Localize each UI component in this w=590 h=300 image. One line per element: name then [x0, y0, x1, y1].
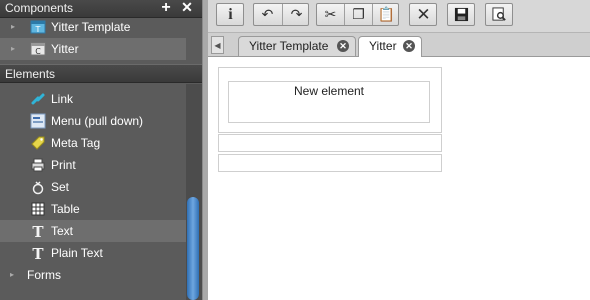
preview-button[interactable]: [485, 3, 513, 26]
save-icon: [454, 7, 469, 22]
tag-icon: [31, 136, 45, 150]
close-tab-icon[interactable]: ✕: [337, 40, 349, 52]
delete-button[interactable]: ✕: [409, 3, 437, 26]
svg-text:C: C: [35, 47, 41, 56]
add-component-icon[interactable]: +: [158, 0, 174, 16]
element-label: Menu (pull down): [51, 114, 144, 128]
component-item-yitter-template[interactable]: ▸ T Yitter Template: [0, 16, 186, 38]
element-label: Table: [51, 202, 80, 216]
table-icon: [31, 202, 45, 216]
tab-label: Yitter: [369, 39, 397, 53]
save-button[interactable]: [447, 3, 475, 26]
info-button[interactable]: i: [216, 3, 244, 26]
link-icon: [31, 93, 45, 105]
element-row[interactable]: [218, 134, 442, 152]
svg-text:T: T: [32, 245, 44, 261]
toolbar: i ↶ ↷ ✂ ❐ 📋 ✕: [208, 0, 590, 33]
element-label: Text: [51, 224, 74, 238]
tab-label: Yitter Template: [249, 39, 329, 53]
undo-redo-group: ↶ ↷: [253, 3, 309, 26]
tab-scroll-left-icon[interactable]: ◀: [211, 36, 224, 54]
element-label: Link: [51, 92, 74, 106]
expand-triangle-icon[interactable]: ▸: [10, 264, 14, 286]
info-icon: i: [228, 6, 233, 23]
element-item-plain-text[interactable]: T Plain Text: [0, 242, 186, 264]
expand-triangle-icon[interactable]: ▸: [11, 16, 15, 38]
delete-icon: ✕: [416, 5, 431, 24]
scrollbar-thumb[interactable]: [187, 197, 199, 300]
element-item-meta-tag[interactable]: Meta Tag: [0, 132, 186, 154]
element-label: Forms: [27, 268, 61, 282]
element-item-text[interactable]: T Text: [0, 220, 186, 242]
element-item-menu-pull-down[interactable]: Menu (pull down): [0, 110, 186, 132]
plain-text-icon: T: [32, 245, 44, 261]
menu-icon: [30, 113, 46, 129]
component-icon: C: [30, 42, 46, 56]
component-label: Yitter: [51, 42, 79, 56]
cut-icon[interactable]: ✂: [317, 4, 344, 25]
svg-text:T: T: [35, 25, 41, 34]
element-item-link[interactable]: Link: [0, 88, 186, 110]
clipboard-group: ✂ ❐ 📋: [316, 3, 399, 26]
elements-header[interactable]: Elements: [0, 64, 202, 83]
element-item-print[interactable]: Print: [0, 154, 186, 176]
component-label: Yitter Template: [51, 20, 131, 34]
element-label: New element: [293, 84, 365, 98]
element-item-set[interactable]: Set: [0, 176, 186, 198]
element-label: Plain Text: [51, 246, 103, 260]
element-container[interactable]: New element: [218, 67, 442, 133]
tab-yitter-template[interactable]: Yitter Template ✕: [238, 36, 356, 56]
components-header-label: Components: [5, 1, 74, 15]
element-item-forms[interactable]: ▸ Forms: [0, 264, 186, 286]
close-icon[interactable]: ✕: [179, 0, 195, 16]
template-icon: T: [30, 20, 46, 34]
close-tab-icon[interactable]: ✕: [403, 40, 415, 52]
tab-bar: ◀ Yitter Template ✕ Yitter ✕: [208, 33, 590, 57]
expand-triangle-icon[interactable]: ▸: [11, 38, 15, 60]
set-icon: [32, 181, 44, 195]
element-label: Set: [51, 180, 70, 194]
new-element-box[interactable]: New element: [228, 81, 430, 123]
redo-icon[interactable]: ↷: [282, 4, 310, 25]
element-label: Meta Tag: [51, 136, 101, 150]
paste-icon[interactable]: 📋: [372, 4, 400, 25]
element-item-table[interactable]: Table: [0, 198, 186, 220]
print-icon: [31, 158, 45, 172]
element-row[interactable]: [218, 154, 442, 172]
element-label: Print: [51, 158, 76, 172]
tab-yitter[interactable]: Yitter ✕: [358, 36, 422, 57]
text-icon: T: [32, 223, 44, 239]
preview-icon: [492, 7, 506, 21]
elements-header-label: Elements: [5, 67, 56, 81]
svg-text:T: T: [32, 223, 44, 239]
sidebar: Components + ✕ ▸ T Yitter Template ▸ C Y…: [0, 0, 202, 300]
component-item-yitter[interactable]: ▸ C Yitter: [0, 38, 186, 60]
undo-icon[interactable]: ↶: [254, 4, 281, 25]
editor-canvas[interactable]: New element: [208, 57, 590, 300]
copy-icon[interactable]: ❐: [344, 4, 372, 25]
